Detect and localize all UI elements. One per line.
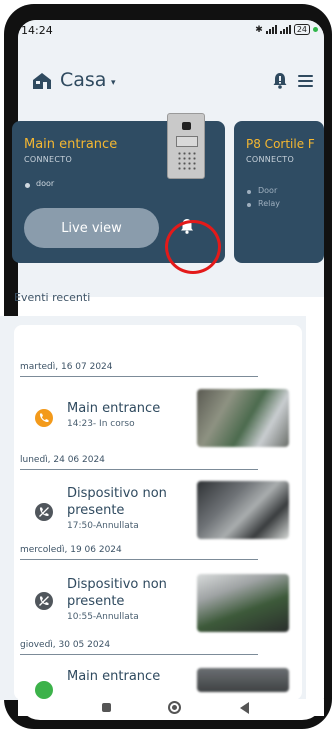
card-subtitle: CONNECTO: [246, 155, 295, 164]
device-card-p8-cortile[interactable]: P8 Cortile F CONNECTO Door Relay: [234, 121, 324, 263]
bullet-icon: [247, 203, 251, 207]
live-view-button[interactable]: Live view: [24, 208, 159, 248]
phone-icon: [35, 409, 53, 427]
status-time: 14:24: [21, 24, 53, 37]
battery-icon: 24: [293, 24, 310, 35]
event-date: martedì, 16 07 2024: [20, 362, 113, 372]
home-button[interactable]: [168, 701, 181, 714]
camera-icon: [182, 122, 191, 130]
home-selector[interactable]: Casa: [60, 69, 106, 91]
status-dot-icon: [313, 27, 318, 32]
event-title-line-1[interactable]: Dispositivo non: [67, 576, 167, 593]
bullet-icon: [25, 183, 30, 188]
event-title[interactable]: Main entrance: [67, 668, 160, 685]
event-status: 10:55-Annullata: [67, 612, 139, 622]
notification-bell-icon[interactable]: [272, 72, 288, 89]
phone-icon: [35, 681, 53, 699]
event-thumbnail[interactable]: [197, 389, 289, 447]
display-panel: [176, 136, 198, 147]
chevron-down-icon[interactable]: ▾: [111, 78, 116, 88]
back-button[interactable]: [240, 702, 249, 714]
event-status: 14:23- In corso: [67, 419, 135, 429]
divider: [20, 469, 258, 470]
divider: [20, 559, 258, 560]
signal-icon-2: [279, 25, 291, 34]
missed-call-icon: [35, 592, 53, 610]
menu-icon[interactable]: [298, 75, 313, 87]
card-item-door: Door: [258, 186, 278, 195]
missed-call-icon: [35, 503, 53, 521]
app-header: Casa ▾: [18, 42, 324, 112]
card-item-door: door: [36, 179, 55, 188]
divider: [20, 376, 258, 377]
bullet-icon: [247, 190, 251, 194]
event-title-line-2[interactable]: presente: [67, 502, 124, 519]
bluetooth-icon: ✱: [255, 24, 263, 35]
event-title-line-2[interactable]: presente: [67, 593, 124, 610]
card-title: Main entrance: [24, 137, 118, 152]
event-title-line-1[interactable]: Dispositivo non: [67, 485, 167, 502]
recent-apps-button[interactable]: [102, 703, 111, 712]
android-nav-bar: [18, 699, 324, 716]
event-thumbnail[interactable]: [197, 574, 289, 632]
event-date: giovedì, 30 05 2024: [20, 640, 111, 650]
keypad: [177, 151, 197, 171]
signal-icon: [265, 25, 277, 34]
event-status: 17:50-Annullata: [67, 521, 139, 531]
intercom-device-image: [167, 113, 205, 179]
status-bar: 14:24 ✱ 24: [18, 20, 324, 42]
home-icon[interactable]: [32, 72, 52, 90]
event-title[interactable]: Main entrance: [67, 400, 160, 417]
highlight-circle: [165, 220, 221, 274]
card-subtitle: CONNECTO: [24, 155, 73, 164]
card-title: P8 Cortile F: [246, 137, 315, 151]
divider: [20, 654, 258, 655]
event-date: mercoledì, 19 06 2024: [20, 545, 122, 555]
recent-events-title: Eventi recenti: [14, 291, 91, 304]
event-thumbnail[interactable]: [197, 481, 289, 539]
status-icons: ✱ 24: [255, 24, 318, 35]
event-date: lunedì, 24 06 2024: [20, 455, 105, 465]
event-thumbnail[interactable]: [197, 668, 289, 692]
card-item-relay: Relay: [258, 199, 280, 208]
